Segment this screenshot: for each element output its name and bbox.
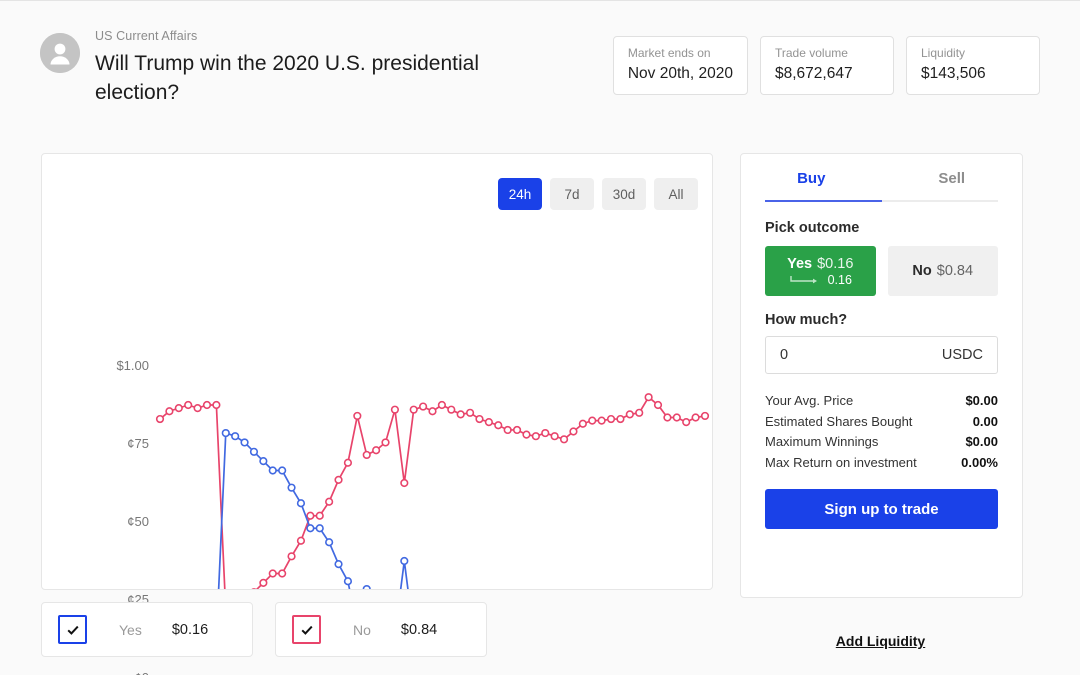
tab-buy[interactable]: Buy: [741, 154, 882, 202]
page-title: Will Trump win the 2020 U.S. presidentia…: [95, 52, 479, 104]
stat-market-ends-on: Market ends on Nov 20th, 2020: [612, 36, 748, 95]
series-no: [155, 393, 710, 589]
summary-label: Max Return on investment: [765, 454, 917, 470]
price-chart-plot: $1.00¢75¢50¢25¢0-22h-20h-18h-16h-14h-12h…: [42, 154, 712, 675]
legend-label: Yes: [119, 621, 142, 638]
person-avatar-icon: [40, 33, 80, 73]
summary-row-avg-price: Your Avg. Price $0.00: [765, 391, 998, 412]
market-header-text: US Current Affairs Will Trump win the 20…: [95, 29, 565, 107]
summary-value: $0.00: [965, 393, 998, 408]
stat-label: Market ends on: [627, 46, 711, 60]
summary-row-max-roi: Max Return on investment 0.00%: [765, 453, 998, 474]
summary-value: 0.00: [972, 413, 998, 429]
stat-label: Trade volume: [775, 46, 848, 60]
y-axis-tick-label: ¢0: [97, 671, 149, 675]
trade-panel-body: Pick outcome Yes $0.16 0.16 No $0.84 How…: [741, 202, 1022, 529]
pick-outcome-label: Pick outcome: [765, 220, 860, 236]
series-yes: [217, 428, 409, 589]
market-header: US Current Affairs Will Trump win the 20…: [40, 29, 1040, 129]
legend-label: No: [353, 621, 371, 638]
legend-price: $0.84: [400, 621, 438, 638]
trade-panel: Buy Sell Pick outcome Yes $0.16 0.16 No …: [740, 153, 1023, 598]
summary-label: Maximum Winnings: [765, 434, 879, 449]
summary-row-shares-bought: Estimated Shares Bought 0.00: [765, 412, 998, 433]
outcome-button-yes[interactable]: Yes $0.16 0.16: [765, 246, 876, 296]
tab-sell[interactable]: Sell: [882, 154, 1023, 202]
trade-summary: Your Avg. Price $0.00 Estimated Shares B…: [765, 391, 998, 473]
outcome-name: No: [912, 263, 932, 279]
trade-tabs: Buy Sell: [741, 154, 1022, 202]
amount-input[interactable]: [780, 347, 900, 363]
outcome-button-no[interactable]: No $0.84: [887, 246, 998, 296]
legend-item-yes[interactable]: Yes $0.16: [41, 602, 253, 657]
summary-value: 0.00%: [961, 454, 998, 470]
market-stats: Market ends on Nov 20th, 2020 Trade volu…: [612, 36, 1040, 95]
outcome-sub-value: 0.16: [827, 272, 852, 287]
check-icon: [301, 625, 313, 635]
stat-label: Liquidity: [921, 46, 966, 60]
tab-underline: [765, 200, 998, 202]
stat-liquidity: Liquidity $143,506: [906, 36, 1040, 95]
market-page: US Current Affairs Will Trump win the 20…: [0, 0, 1080, 675]
stat-value: Nov 20th, 2020: [627, 65, 733, 82]
stat-value: $143,506: [921, 65, 986, 82]
outcome-price: $0.16: [817, 255, 854, 272]
how-much-label: How much?: [765, 312, 848, 328]
summary-value: $0.00: [965, 434, 998, 449]
trend-sparkline-icon: [789, 273, 823, 287]
price-chart-card: 24h 7d 30d All $1.00¢75¢50¢25¢0-22h-20h-…: [41, 153, 713, 675]
legend-checkbox-yes[interactable]: [58, 615, 87, 644]
legend-price: $0.16: [171, 621, 209, 638]
summary-row-max-winnings: Maximum Winnings $0.00: [765, 432, 998, 453]
chart-legend: Yes $0.16 No $0.84: [41, 602, 487, 657]
check-icon: [67, 625, 79, 635]
summary-label: Estimated Shares Bought: [765, 413, 913, 429]
outcome-price: $0.84: [936, 263, 974, 279]
chart-series-layer: [155, 393, 710, 589]
amount-currency-label: USDC: [941, 347, 983, 363]
outcome-name: Yes: [787, 255, 813, 272]
outcome-selector: Yes $0.16 0.16 No $0.84: [765, 246, 998, 296]
summary-label: Your Avg. Price: [765, 393, 854, 408]
legend-checkbox-no[interactable]: [292, 615, 321, 644]
stat-trade-volume: Trade volume $8,672,647: [760, 36, 894, 95]
market-category: US Current Affairs: [95, 29, 198, 43]
sign-up-to-trade-button[interactable]: Sign up to trade: [765, 489, 998, 529]
legend-item-no[interactable]: No $0.84: [275, 602, 487, 657]
stat-value: $8,672,647: [775, 65, 853, 82]
amount-field[interactable]: USDC: [765, 336, 998, 374]
add-liquidity-link[interactable]: Add Liquidity: [740, 633, 1021, 649]
